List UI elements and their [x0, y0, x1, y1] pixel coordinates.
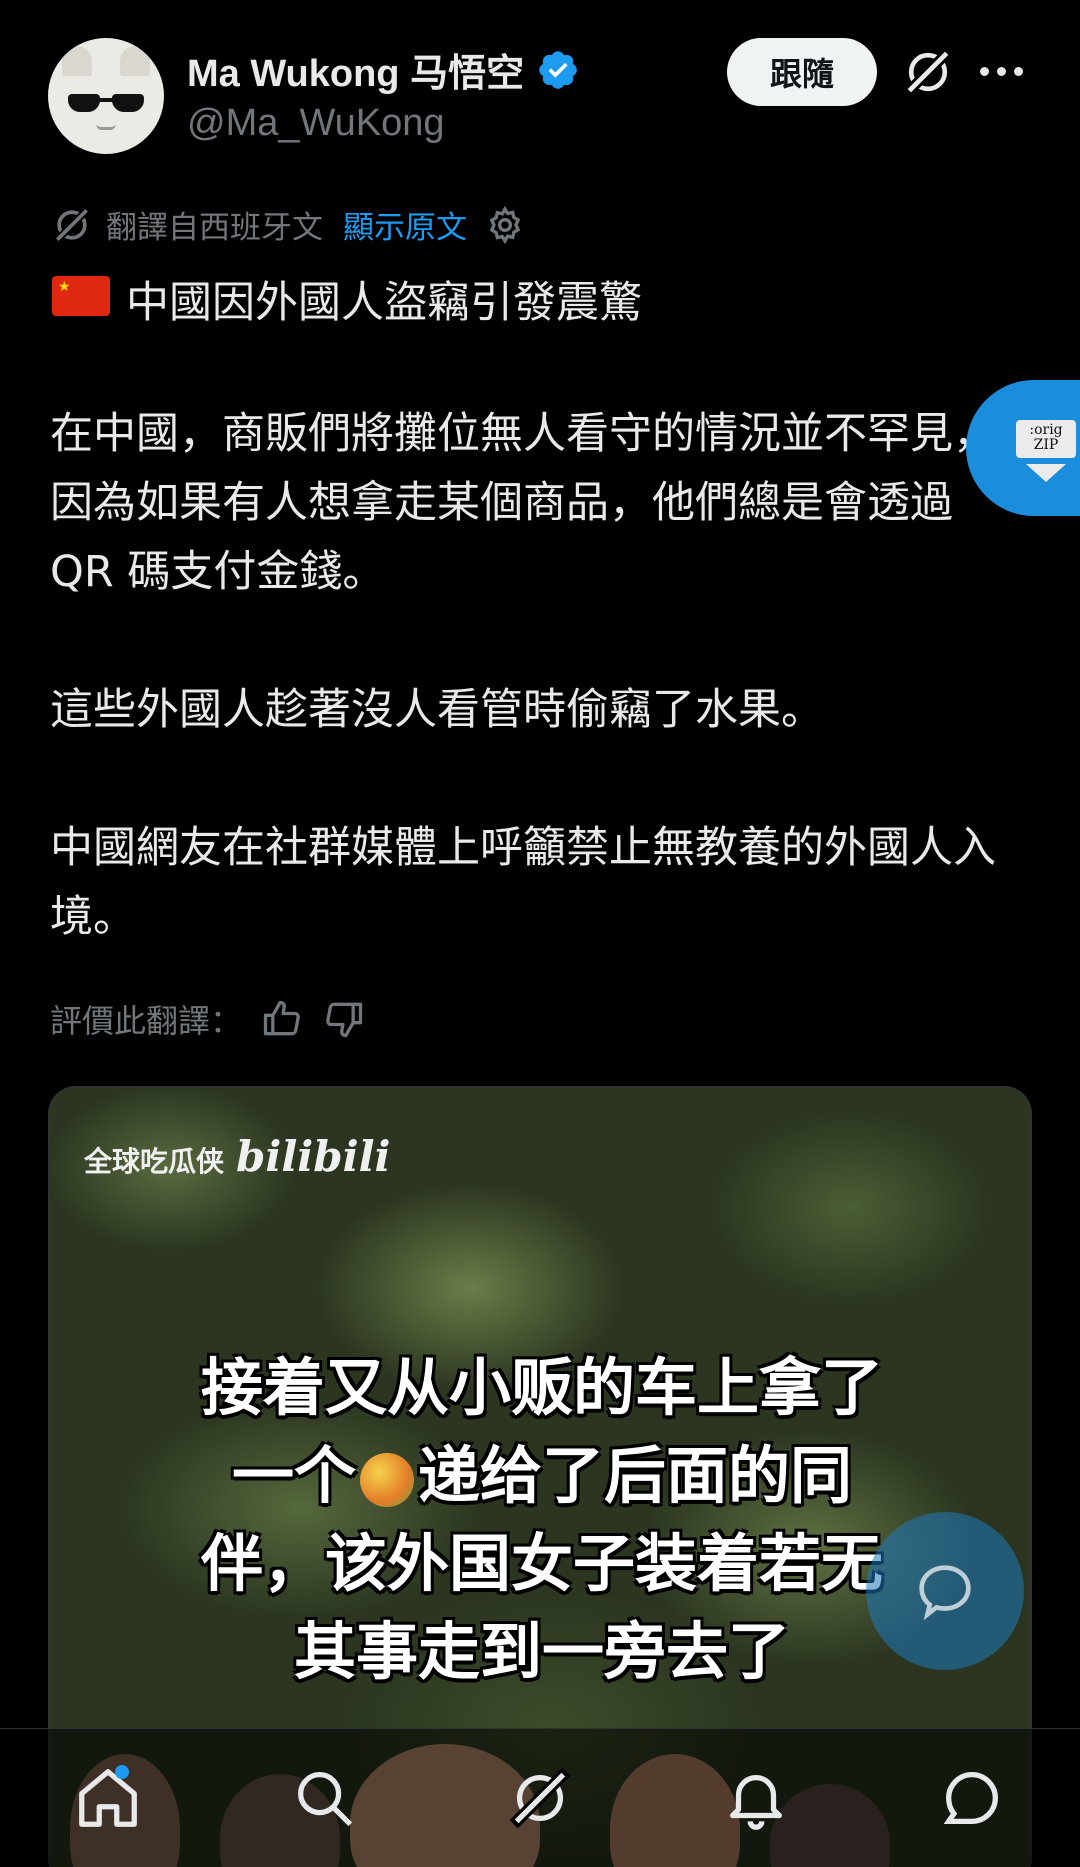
- notification-dot: [115, 1765, 129, 1779]
- search-icon: [298, 1772, 353, 1827]
- reply-icon: [919, 1565, 971, 1621]
- bottom-navigation: [0, 1728, 1080, 1867]
- thumbs-up-icon[interactable]: [260, 997, 304, 1041]
- download-arrow-icon: [1026, 464, 1066, 482]
- avatar[interactable]: [48, 38, 164, 154]
- verified-badge-icon: [539, 50, 577, 89]
- translate-icon: [52, 205, 92, 244]
- tweet-body: 在中國，商販們將攤位無人看守的情況並不罕見，因為如果有人想拿走某個商品，他們總是…: [50, 400, 1018, 1021]
- thumbs-down-icon[interactable]: [322, 997, 366, 1041]
- nav-search[interactable]: [279, 1753, 369, 1843]
- author-handle[interactable]: @Ma_WuKong: [187, 102, 445, 145]
- translation-label: 翻譯自西班牙文: [106, 210, 323, 246]
- follow-button[interactable]: 跟隨: [727, 38, 877, 106]
- rate-label: 評價此翻譯：: [50, 1002, 243, 1040]
- video-subtitles: 接着又从小贩的车上拿了 一个 递给了后面的同 伴，该外国女子装着若无 其事走到一旁…: [50, 1344, 1030, 1696]
- subtitle-line: 一个 递给了后面的同: [231, 1439, 853, 1512]
- gear-icon[interactable]: [485, 205, 525, 245]
- channel-name: 全球吃瓜侠: [84, 1145, 225, 1178]
- bell-icon: [730, 1774, 782, 1830]
- more-icon[interactable]: [980, 56, 1028, 86]
- tweet-header: Ma Wukong 马悟空 @Ma_WuKong 跟隨: [0, 0, 1080, 160]
- nav-home[interactable]: [63, 1753, 153, 1843]
- author-name-row[interactable]: Ma Wukong 马悟空: [187, 42, 580, 97]
- grok-icon[interactable]: [900, 44, 956, 100]
- mango-emoji-icon: [360, 1452, 414, 1507]
- show-original-link[interactable]: 顯示原文: [343, 202, 467, 247]
- tweet-title: 中國因外國人盜竊引發震驚: [126, 278, 642, 328]
- tweet-paragraph: 這些外國人趁著沒人看管時偷竊了水果。: [50, 685, 824, 735]
- subtitle-line: 接着又从小贩的车上拿了: [200, 1351, 883, 1424]
- nav-notifications[interactable]: [711, 1753, 801, 1843]
- messages-icon: [943, 1772, 998, 1824]
- nav-messages[interactable]: [927, 1753, 1017, 1843]
- translation-notice: 翻譯自西班牙文 顯示原文: [50, 202, 525, 247]
- video-watermark: 全球吃瓜侠 bilibili: [84, 1132, 390, 1181]
- grok-icon: [509, 1767, 571, 1829]
- home-icon: [79, 1769, 137, 1827]
- bilibili-logo: bilibili: [236, 1132, 391, 1181]
- reply-button[interactable]: [866, 1512, 1024, 1670]
- china-flag-icon: ★: [52, 276, 110, 316]
- tweet-paragraph: 在中國，商販們將攤位無人看守的情況並不罕見，因為如果有人想拿走某個商品，他們總是…: [50, 409, 996, 597]
- rate-translation: 評價此翻譯：: [50, 996, 366, 1042]
- nav-grok[interactable]: [495, 1753, 585, 1843]
- tweet-paragraph: 中國網友在社群媒體上呼籲禁止無教養的外國人入境。: [50, 823, 996, 942]
- display-name[interactable]: Ma Wukong 马悟空: [187, 42, 524, 97]
- orig-zip-label: :orig ZIP: [1016, 420, 1076, 458]
